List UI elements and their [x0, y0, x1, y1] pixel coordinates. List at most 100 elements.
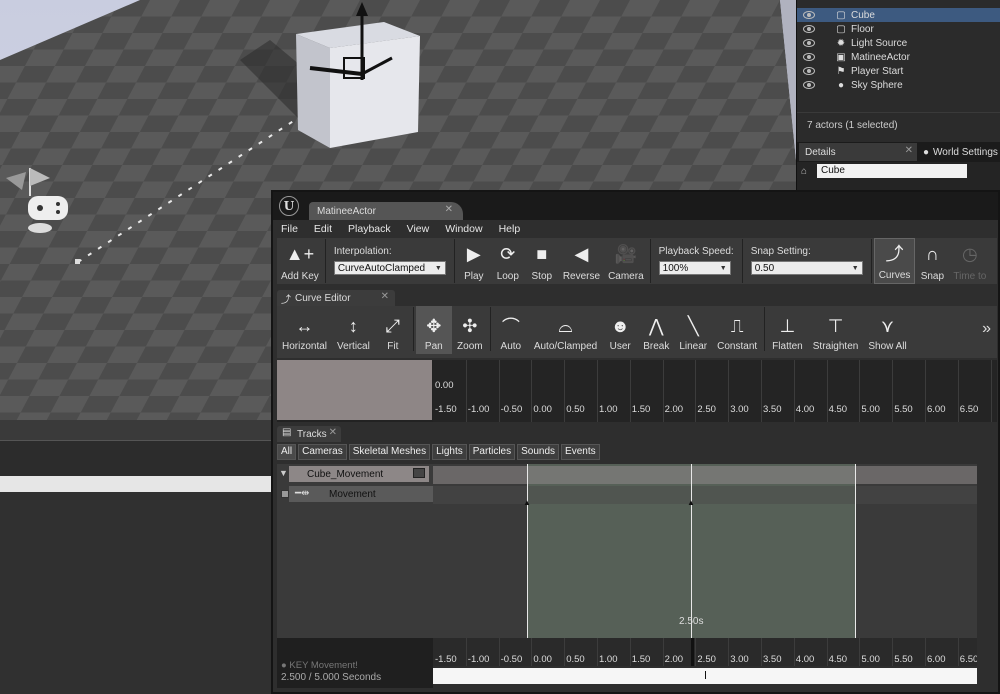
loop-start-marker[interactable] [527, 464, 528, 638]
interpolation-label: Interpolation: [333, 246, 392, 257]
key-marker[interactable] [691, 464, 692, 638]
visibility-eye-icon[interactable] [803, 39, 815, 47]
horizontal-fit-button[interactable]: ↔ Horizontal [277, 306, 332, 354]
close-icon[interactable]: ✕ [905, 145, 913, 156]
menu-help[interactable]: Help [491, 223, 529, 235]
vertical-fit-button[interactable]: ↕ Vertical [332, 306, 375, 354]
snap-button[interactable]: ∩ Snap [915, 238, 949, 284]
menu-file[interactable]: File [273, 223, 306, 235]
flatten-button[interactable]: ⊥ Flatten [767, 306, 808, 354]
straighten-button[interactable]: ⊤ Straighten [808, 306, 864, 354]
tab-matinee-actor[interactable]: MatineeActor ✕ [309, 202, 463, 220]
zoom-button[interactable]: ✣ Zoom [452, 306, 488, 354]
close-icon[interactable]: ✕ [381, 291, 389, 302]
visibility-eye-icon[interactable] [803, 67, 815, 75]
filter-particles-button[interactable]: Particles [468, 444, 516, 460]
outliner-row-matinee-actor[interactable]: ▣ MatineeActor [797, 50, 1000, 64]
filter-cameras-button[interactable]: Cameras [298, 444, 347, 460]
constant-button[interactable]: ⎍ Constant [712, 306, 762, 354]
outliner-row-cube[interactable]: ▢ Cube [797, 8, 1000, 22]
filter-lights-button[interactable]: Lights [432, 444, 467, 460]
menu-edit[interactable]: Edit [306, 223, 340, 235]
add-key-button[interactable]: ▲+ Add Key [277, 238, 323, 284]
curve-editor-graph[interactable]: 0.00 -1.50 -1.00 -0.50 0.00 0.50 1.00 1.50 2.00… [277, 360, 997, 422]
curve-grid[interactable]: 0.00 -1.50 -1.00 -0.50 0.00 0.50 1.00 1.50 2.00… [433, 360, 997, 422]
cube-icon: ▢ [836, 23, 846, 35]
sequence-end-marker[interactable] [855, 464, 856, 638]
keyframe-icon[interactable]: ▲ [687, 498, 695, 507]
linear-button[interactable]: ╲ Linear [674, 306, 712, 354]
menu-view[interactable]: View [399, 223, 438, 235]
reverse-icon: ◀ [574, 243, 589, 264]
filter-skeletal-meshes-button[interactable]: Skeletal Meshes [348, 444, 431, 460]
actor-name-field[interactable]: Cube [817, 164, 967, 178]
collapse-arrow-icon[interactable]: ▼ [279, 468, 288, 478]
outliner-row-sky-sphere[interactable]: ● Sky Sphere [797, 78, 1000, 92]
folder-icon[interactable] [413, 468, 425, 478]
timeline-ruler[interactable]: -1.50 -1.00 -0.50 0.00 0.50 1.00 1.50 2.00 2.50 3… [433, 638, 977, 666]
user-tangent-button[interactable]: ☻ User [602, 306, 638, 354]
track-checkbox[interactable] [281, 490, 289, 498]
outliner-row-floor[interactable]: ▢ Floor [797, 22, 1000, 36]
group-row-cube-movement[interactable]: Cube_Movement [289, 466, 429, 482]
loop-button[interactable]: ⟳ Loop [491, 238, 525, 284]
tab-details[interactable]: Details ✕ [799, 143, 917, 161]
timeline-ruler-tick-label: 0.00 [533, 654, 552, 665]
tab-world-settings[interactable]: ● World Settings [917, 143, 998, 161]
camera-button[interactable]: 🎥 Camera [604, 238, 648, 284]
menu-playback[interactable]: Playback [340, 223, 399, 235]
actor-name: Sky Sphere [851, 79, 903, 91]
timeline-ruler-gridline [728, 638, 730, 666]
curve-ruler-gridline [826, 360, 828, 422]
pan-button[interactable]: ✥ Pan [415, 306, 452, 354]
interpolation-dropdown[interactable]: CurveAutoClamped [333, 261, 446, 276]
reverse-button[interactable]: ◀ Reverse [559, 238, 604, 284]
timeline-ruler-gridline [892, 638, 894, 666]
playback-speed-label: Playback Speed: [658, 246, 734, 257]
tracks-timeline[interactable]: ▲ ▲ 2.50s [433, 464, 977, 638]
outliner-row-player-start[interactable]: ⚑ Player Start [797, 64, 1000, 78]
timeline-ruler-gridline [629, 638, 631, 666]
viewport-scrollbar[interactable] [0, 476, 276, 492]
close-icon[interactable]: ✕ [329, 427, 337, 438]
time-to-frames-button[interactable]: ◷ Time to [949, 238, 990, 284]
break-tangent-button[interactable]: ⋀ Break [638, 306, 674, 354]
outliner-row-light-source[interactable]: ✹ Light Source [797, 36, 1000, 50]
timeline-ruler-gridline [662, 638, 664, 666]
snap-setting-dropdown[interactable]: 0.50 [750, 261, 863, 276]
auto-clamped-button[interactable]: ⌓ Auto/Clamped [529, 306, 602, 354]
details-panel: Details ✕ ● World Settings ⌂ Cube [796, 142, 1000, 194]
fit-button[interactable]: ⤢ Fit [375, 306, 411, 354]
play-button[interactable]: ▶ Play [457, 238, 491, 284]
tab-tracks[interactable]: ▤ Tracks ✕ [277, 426, 341, 442]
add-key-icon: ▲+ [285, 243, 315, 264]
track-timeline-bar [433, 486, 977, 504]
close-icon[interactable]: ✕ [445, 204, 453, 215]
visibility-eye-icon[interactable] [803, 25, 815, 33]
timeline-scrollbar[interactable] [433, 668, 977, 684]
timeline-ruler-gridline [465, 638, 467, 666]
auto-tangent-button[interactable]: ⌒ Auto [493, 306, 529, 354]
filter-sounds-button[interactable]: Sounds [517, 444, 560, 460]
curve-ruler-tick-label: 4.00 [795, 404, 815, 415]
curves-button[interactable]: ⤴ Curves [873, 238, 916, 284]
scroll-thumb[interactable] [705, 671, 706, 679]
playback-speed-dropdown[interactable]: 100% [658, 261, 731, 276]
playhead[interactable] [691, 638, 694, 666]
keyframe-icon[interactable]: ▲ [523, 498, 531, 507]
filter-events-button[interactable]: Events [561, 444, 600, 460]
filter-all-button[interactable]: All [277, 444, 297, 460]
curve-ruler-gridline [498, 360, 500, 422]
visibility-eye-icon[interactable] [803, 53, 815, 61]
overflow-chevron-icon[interactable]: » [982, 320, 991, 338]
show-all-button[interactable]: ⋎ Show All [863, 306, 911, 354]
stop-button[interactable]: ■ Stop [525, 238, 559, 284]
visibility-eye-icon[interactable] [803, 11, 815, 19]
timeline-ruler-tick-label: 3.00 [730, 654, 749, 665]
menu-window[interactable]: Window [437, 223, 490, 235]
group-label: Cube_Movement [307, 468, 384, 480]
tab-curve-editor[interactable]: ⤴ Curve Editor ✕ [277, 290, 395, 306]
interpolation-group: Interpolation: CurveAutoClamped [328, 238, 452, 276]
visibility-eye-icon[interactable] [803, 81, 815, 89]
track-row-movement[interactable]: ━⇹ Movement [281, 486, 433, 502]
